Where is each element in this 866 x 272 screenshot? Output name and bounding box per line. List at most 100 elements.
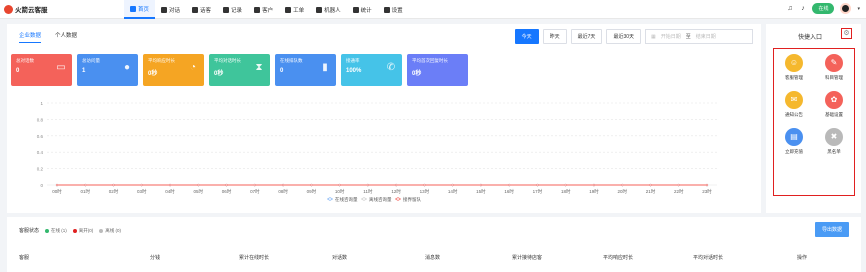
ticket-icon xyxy=(285,6,292,13)
series-point xyxy=(508,183,511,187)
tab-personal-data[interactable]: 个人数据 xyxy=(55,31,77,43)
app-title: 火箭云客服 xyxy=(15,7,48,14)
last-30-days-button[interactable]: 最近30天 xyxy=(606,29,641,44)
blacklist-icon: ✖ xyxy=(825,128,843,146)
series-point xyxy=(536,183,539,187)
quick-access-panel: 快捷入口 ⚙ ☺ 客服管理 ✎ 科目管理 ✉ 通知公告 ✿ 基础设置 ▤ 立即充值 ✖ 黑名单 xyxy=(766,24,861,213)
nav-item-label: 记录 xyxy=(231,7,243,14)
top-right-tools: ♫ ♪ 在线 ▾ xyxy=(786,3,860,14)
quick-item[interactable]: ✎ 科目管理 xyxy=(814,54,854,81)
status-dot-icon xyxy=(72,228,77,233)
clock-card-icon: ◔ xyxy=(189,62,197,73)
online-status-toggle[interactable]: 在线 xyxy=(812,3,835,14)
nav-item-1[interactable]: 对话 xyxy=(155,0,186,19)
x-tick-label: 04时 xyxy=(165,188,175,194)
headset-icon[interactable]: ♫ xyxy=(786,5,793,12)
quick-access-grid: ☺ 客服管理 ✎ 科目管理 ✉ 通知公告 ✿ 基础设置 ▤ 立即充值 ✖ 黑名单 xyxy=(774,49,854,155)
series-point xyxy=(423,183,426,187)
visitor-card-icon: ● xyxy=(123,62,131,73)
agent-status-legend-item: 离开(0) xyxy=(72,227,94,234)
chat-card-icon: ▭ xyxy=(56,62,66,73)
nav-item-2[interactable]: 话客 xyxy=(186,0,217,19)
stats-icon xyxy=(352,6,359,13)
table-header-cell: 平均响应时长 xyxy=(603,255,634,261)
series-point xyxy=(366,183,370,187)
date-range-picker[interactable]: ▦ 开始日期 至 结束日期 xyxy=(645,29,753,44)
nav-item-6[interactable]: 机器人 xyxy=(310,0,347,19)
quick-item[interactable]: ✖ 黑名单 xyxy=(814,128,854,155)
stat-card[interactable]: 接通率 100% ✆ xyxy=(341,54,402,86)
avatar[interactable] xyxy=(840,3,852,14)
legend-label: 离线 (0) xyxy=(105,227,122,233)
table-header-cell: 消息数 xyxy=(425,255,441,261)
x-tick-label: 18时 xyxy=(561,188,571,194)
nav-item-label: 客户 xyxy=(262,7,274,14)
quick-item-label: 基础设置 xyxy=(825,112,843,117)
nav-item-5[interactable]: 工单 xyxy=(279,0,310,19)
notice-icon: ✉ xyxy=(785,91,803,109)
quick-item[interactable]: ▤ 立即充值 xyxy=(774,128,814,155)
tab-enterprise-data[interactable]: 企业数据 xyxy=(19,31,42,43)
x-tick-label: 16时 xyxy=(504,188,514,194)
stat-card[interactable]: 平均首次回复时长 0秒 xyxy=(407,54,468,86)
nav-item-8[interactable]: 设置 xyxy=(378,0,409,19)
gear-icon[interactable]: ⚙ xyxy=(841,28,852,39)
end-date-placeholder: 结束日期 xyxy=(695,34,716,40)
table-header-cell: 平均对话时长 xyxy=(693,255,724,261)
series-point xyxy=(281,183,285,187)
chevron-down-icon[interactable]: ▾ xyxy=(857,6,860,12)
bell-icon[interactable]: ♪ xyxy=(799,5,806,12)
main-nav: 首页 对话 话客 记录 客户 工单 机器人 统计 设置 xyxy=(124,0,409,19)
last-7-days-button[interactable]: 最近7天 xyxy=(570,29,603,44)
phone-card-icon: ✆ xyxy=(386,62,396,73)
series-point xyxy=(564,183,567,187)
x-tick-label: 12时 xyxy=(391,188,401,194)
quick-item[interactable]: ✉ 通知公告 xyxy=(774,91,814,118)
y-tick-label: 0.4 xyxy=(37,150,44,155)
agent-status-title: 客服状态 xyxy=(19,228,40,234)
line-chart-svg: 0 0.2 0.4 0.6 0.8 1 00时 01时 02时 03时 04时 05时 06时 07时 08… xyxy=(37,101,717,203)
x-tick-label: 08时 xyxy=(278,188,288,194)
stat-card[interactable]: 平均响应时长 0秒 ◔ xyxy=(143,54,204,86)
record-icon xyxy=(223,6,230,13)
quick-item[interactable]: ✿ 基础设置 xyxy=(814,91,854,118)
tag-icon xyxy=(192,6,199,13)
nav-item-7[interactable]: 统计 xyxy=(347,0,378,19)
agent-manage-icon: ☺ xyxy=(785,54,803,72)
nav-item-4[interactable]: 客户 xyxy=(248,0,279,19)
x-tick-label: 06时 xyxy=(222,188,232,194)
series-point xyxy=(677,183,680,187)
agent-table-header: 客服 分钱 累计在线时长 对话数 消息数 累计接待店客 平均响应时长 平均对话时长 操作 xyxy=(7,250,861,266)
nav-item-label: 首页 xyxy=(138,6,150,13)
stat-card[interactable]: 平均对话时长 0秒 ⧗ xyxy=(209,54,270,86)
subject-manage-icon: ✎ xyxy=(825,54,843,72)
legend-label: 离开(0) xyxy=(78,227,94,233)
bar-card-icon: ▮ xyxy=(322,62,328,73)
stat-card[interactable]: 总对话数 0 ▭ xyxy=(11,54,72,86)
hourly-chart: 0 0.2 0.4 0.6 0.8 1 00时 01时 02时 03时 04时 05时 06时 07时 08… xyxy=(7,96,761,213)
y-tick-label: 1 xyxy=(40,101,43,106)
nav-item-3[interactable]: 记录 xyxy=(217,0,248,19)
series-point xyxy=(310,183,313,187)
series-point xyxy=(253,183,256,187)
nav-item-label: 工单 xyxy=(293,7,305,14)
timer-card-icon xyxy=(452,63,462,73)
stat-card[interactable]: 在线排队数 0 ▮ xyxy=(275,54,336,86)
series-point xyxy=(225,183,228,187)
status-dot-icon xyxy=(99,228,104,233)
x-tick-label: 14时 xyxy=(448,188,458,194)
stat-card[interactable]: 总访问量 1 ● xyxy=(77,54,138,86)
basic-settings-icon: ✿ xyxy=(825,91,843,109)
x-tick-label: 02时 xyxy=(109,188,119,194)
quick-item[interactable]: ☺ 客服管理 xyxy=(774,54,814,81)
logo[interactable]: 火箭云客服 xyxy=(4,4,48,14)
gear-icon xyxy=(383,6,390,13)
x-tick-label: 19时 xyxy=(589,188,599,194)
x-tick-label: 09时 xyxy=(307,188,317,194)
nav-item-0[interactable]: 首页 xyxy=(124,0,156,19)
export-data-button[interactable]: 导出数据 xyxy=(814,222,849,237)
today-button[interactable]: 今天 xyxy=(514,29,539,44)
x-tick-label: 05时 xyxy=(194,188,204,194)
table-header-cell: 对话数 xyxy=(332,255,348,261)
yesterday-button[interactable]: 昨天 xyxy=(542,29,567,44)
